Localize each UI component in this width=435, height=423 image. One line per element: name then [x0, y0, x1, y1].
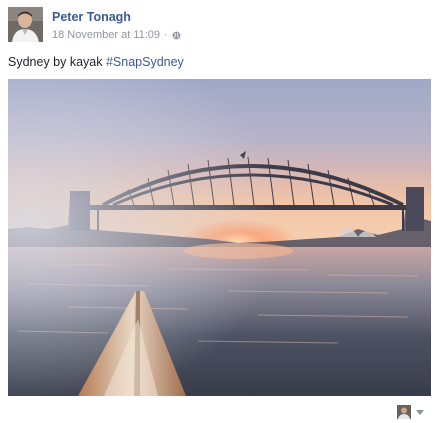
- post-message: Sydney by kayak #SnapSydney: [8, 55, 184, 69]
- author-name-link[interactable]: Peter Tonagh: [52, 10, 131, 24]
- post-meta: 18 November at 11:09 ·: [52, 29, 181, 41]
- harbour-bridge-photo: [8, 79, 431, 396]
- post-photo[interactable]: [8, 79, 431, 396]
- hashtag-link[interactable]: #SnapSydney: [106, 55, 184, 69]
- post-message-text: Sydney by kayak: [8, 55, 106, 69]
- chevron-down-icon[interactable]: [416, 410, 424, 415]
- author-avatar[interactable]: [8, 7, 43, 42]
- profile-photo-icon: [8, 7, 43, 42]
- meta-separator: ·: [164, 29, 168, 41]
- post-timestamp-link[interactable]: 18 November at 11:09: [52, 29, 160, 41]
- actor-avatar-icon[interactable]: [397, 405, 411, 419]
- feed-post: Peter Tonagh 18 November at 11:09 · Sydn…: [0, 0, 435, 423]
- globe-icon[interactable]: [172, 31, 181, 40]
